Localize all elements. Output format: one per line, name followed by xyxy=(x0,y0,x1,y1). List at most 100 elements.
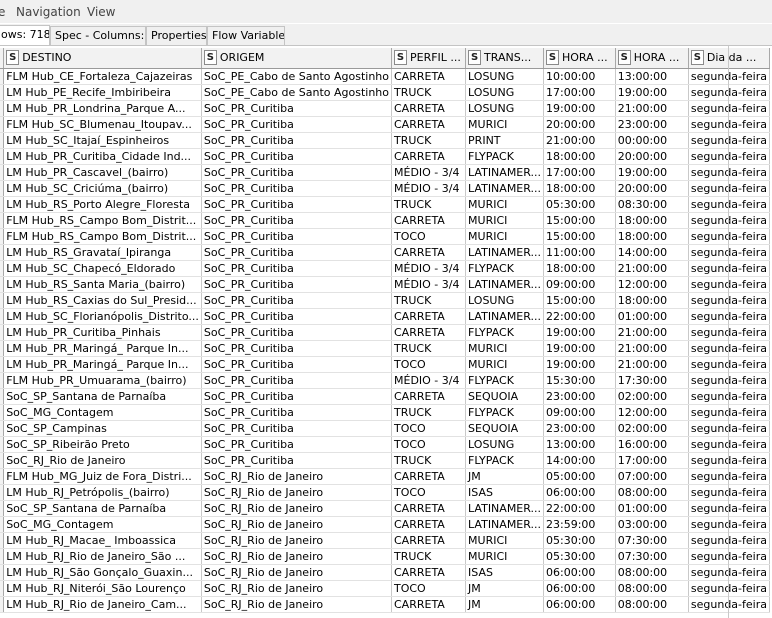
table-cell[interactable]: SoC_RJ_Rio de Janeiro xyxy=(201,484,393,501)
column-header-perfil[interactable]: S PERFIL ... xyxy=(391,48,467,69)
table-cell[interactable]: CARRETA xyxy=(391,468,467,485)
table-cell[interactable]: SoC_PR_Curitiba xyxy=(201,356,393,373)
table-cell[interactable]: FLM Hub_CE_Fortaleza_Cajazeiras xyxy=(3,68,202,85)
table-cell[interactable]: 14:00:00 xyxy=(615,244,689,261)
table-cell[interactable]: LOSUNG xyxy=(465,68,544,85)
table-cell[interactable]: 10:00:00 xyxy=(543,68,616,85)
table-cell[interactable]: TRUCK xyxy=(391,452,467,469)
table-cell[interactable]: 02:00:00 xyxy=(615,420,689,437)
table-cell[interactable]: 08:00:00 xyxy=(615,580,689,597)
table-cell[interactable]: 17:00:00 xyxy=(615,452,689,469)
table-cell[interactable]: CARRETA xyxy=(391,308,467,325)
table-cell[interactable]: MURICI xyxy=(465,116,544,133)
table-cell[interactable]: LM Hub_RJ_São Gonçalo_Guaxin... xyxy=(3,564,202,581)
table-cell[interactable]: SoC_RJ_Rio de Janeiro xyxy=(201,548,393,565)
table-row[interactable]: LM Hub_SC_Florianópolis_Distrito... SoC_P… xyxy=(0,308,771,325)
table-cell[interactable]: SoC_PR_Curitiba xyxy=(201,116,393,133)
table-cell[interactable]: LM Hub_RJ_Macae_ Imboassica xyxy=(3,532,202,549)
table-cell[interactable]: SoC_PE_Cabo de Santo Agostinho xyxy=(201,84,393,101)
table-cell[interactable]: LM Hub_SC_Itajaí_Espinheiros xyxy=(3,132,202,149)
table-cell[interactable]: MURICI xyxy=(465,356,544,373)
table-cell[interactable]: 19:00:00 xyxy=(543,356,616,373)
table-cell[interactable]: SoC_RJ_Rio de Janeiro xyxy=(201,500,393,517)
table-cell[interactable]: LM Hub_RJ_Rio de Janeiro_Cam... xyxy=(3,596,202,613)
table-cell[interactable]: CARRETA xyxy=(391,388,467,405)
table-cell[interactable]: TRUCK xyxy=(391,132,467,149)
table-cell[interactable]: MÉDIO - 3/4 xyxy=(391,180,467,197)
table-cell[interactable]: SoC_PR_Curitiba xyxy=(201,292,393,309)
table-row[interactable]: FLM Hub_RS_Campo Bom_Distrit... SoC_PR_Cu… xyxy=(0,212,771,229)
table-cell[interactable]: LM Hub_RJ_Rio de Janeiro_São ... xyxy=(3,548,202,565)
table-cell[interactable]: MURICI xyxy=(465,228,544,245)
table-cell[interactable]: 09:00:00 xyxy=(543,276,616,293)
table-row[interactable]: SoC_SP_Santana de Parnaíba SoC_PR_Curitib… xyxy=(0,388,771,405)
table-cell[interactable]: SoC_SP_Ribeirão Preto xyxy=(3,436,202,453)
table-cell[interactable]: SoC_PE_Cabo de Santo Agostinho xyxy=(201,68,393,85)
table-cell[interactable]: 07:30:00 xyxy=(615,532,689,549)
table-cell[interactable]: 05:30:00 xyxy=(543,532,616,549)
table-cell[interactable]: 14:00:00 xyxy=(543,452,616,469)
table-cell[interactable]: SoC_PR_Curitiba xyxy=(201,372,393,389)
table-row[interactable]: LM Hub_RJ_Macae_ Imboassica SoC_RJ_Rio de… xyxy=(0,532,771,549)
table-cell[interactable]: CARRETA xyxy=(391,516,467,533)
table-cell[interactable]: LM Hub_SC_Criciúma_(bairro) xyxy=(3,180,202,197)
table-cell[interactable]: 00:00:00 xyxy=(615,132,689,149)
table-cell[interactable]: LM Hub_RS_Porto Alegre_Floresta xyxy=(3,196,202,213)
table-row[interactable]: LM Hub_SC_Itajaí_Espinheiros SoC_PR_Curit… xyxy=(0,132,771,149)
table-cell[interactable]: 18:00:00 xyxy=(543,180,616,197)
table-row[interactable]: SoC_SP_Santana de Parnaíba SoC_RJ_Rio de … xyxy=(0,500,771,517)
table-cell[interactable]: SoC_PR_Curitiba xyxy=(201,212,393,229)
menu-navigation[interactable]: Navigation xyxy=(16,5,81,19)
table-row[interactable]: LM Hub_RS_Gravataí_Ipiranga SoC_PR_Curiti… xyxy=(0,244,771,261)
table-cell[interactable]: SoC_PR_Curitiba xyxy=(201,420,393,437)
table-row[interactable]: LM Hub_RS_Santa Maria_(bairro) SoC_PR_Cur… xyxy=(0,276,771,293)
table-cell[interactable]: LOSUNG xyxy=(465,100,544,117)
table-row[interactable]: SoC_RJ_Rio de Janeiro SoC_PR_Curitiba TRUC… xyxy=(0,452,771,469)
table-cell[interactable]: 23:00:00 xyxy=(543,420,616,437)
table-cell[interactable]: LM Hub_RS_Santa Maria_(bairro) xyxy=(3,276,202,293)
table-cell[interactable]: JM xyxy=(465,580,544,597)
table-cell[interactable]: MURICI xyxy=(465,548,544,565)
table-cell[interactable]: SoC_PR_Curitiba xyxy=(201,180,393,197)
table-cell[interactable]: 05:00:00 xyxy=(543,468,616,485)
table-cell[interactable]: FLM Hub_RS_Campo Bom_Distrit... xyxy=(3,228,202,245)
table-cell[interactable]: 21:00:00 xyxy=(615,260,689,277)
table-row[interactable]: LM Hub_PR_Curitiba_Pinhais SoC_PR_Curitib… xyxy=(0,324,771,341)
table-row[interactable]: LM Hub_PE_Recife_Imbiribeira SoC_PE_Cabo … xyxy=(0,84,771,101)
table-cell[interactable]: FLM Hub_RS_Campo Bom_Distrit... xyxy=(3,212,202,229)
table-row[interactable]: FLM Hub_RS_Campo Bom_Distrit... SoC_PR_Cu… xyxy=(0,228,771,245)
table-cell[interactable]: 01:00:00 xyxy=(615,308,689,325)
table-cell[interactable]: 13:00:00 xyxy=(543,436,616,453)
table-cell[interactable]: 17:00:00 xyxy=(543,164,616,181)
table-cell[interactable]: FLYPACK xyxy=(465,324,544,341)
table-cell[interactable]: LATINAMER... xyxy=(465,516,544,533)
table-cell[interactable]: SoC_PR_Curitiba xyxy=(201,324,393,341)
table-cell[interactable]: MURICI xyxy=(465,196,544,213)
table-cell[interactable]: MURICI xyxy=(465,212,544,229)
table-cell[interactable]: TRUCK xyxy=(391,404,467,421)
table-cell[interactable]: SoC_PR_Curitiba xyxy=(201,244,393,261)
table-cell[interactable]: FLM Hub_PR_Umuarama_(bairro) xyxy=(3,372,202,389)
table-cell[interactable]: FLYPACK xyxy=(465,372,544,389)
table-cell[interactable]: FLM Hub_MG_Juiz de Fora_Distri... xyxy=(3,468,202,485)
table-cell[interactable]: 05:30:00 xyxy=(543,196,616,213)
table-row[interactable]: SoC_MG_Contagem SoC_RJ_Rio de Janeiro CARR… xyxy=(0,516,771,533)
table-cell[interactable]: 06:00:00 xyxy=(543,596,616,613)
table-cell[interactable]: LM Hub_PR_Cascavel_(bairro) xyxy=(3,164,202,181)
table-row[interactable]: SoC_SP_Ribeirão Preto SoC_PR_Curitiba TOCO… xyxy=(0,436,771,453)
table-cell[interactable]: TRUCK xyxy=(391,196,467,213)
table-cell[interactable]: MÉDIO - 3/4 xyxy=(391,260,467,277)
table-cell[interactable]: TRUCK xyxy=(391,292,467,309)
table-cell[interactable]: 17:30:00 xyxy=(615,372,689,389)
table-cell[interactable]: 15:30:00 xyxy=(543,372,616,389)
table-cell[interactable]: TRUCK xyxy=(391,84,467,101)
table-cell[interactable]: TRUCK xyxy=(391,340,467,357)
table-cell[interactable]: SoC_PR_Curitiba xyxy=(201,148,393,165)
table-cell[interactable]: SoC_RJ_Rio de Janeiro xyxy=(201,468,393,485)
table-cell[interactable]: MÉDIO - 3/4 xyxy=(391,164,467,181)
table-row[interactable]: FLM Hub_PR_Umuarama_(bairro) SoC_PR_Curit… xyxy=(0,372,771,389)
table-cell[interactable]: LATINAMER... xyxy=(465,244,544,261)
table-cell[interactable]: PRINT xyxy=(465,132,544,149)
table-row[interactable]: SoC_SP_Campinas SoC_PR_Curitiba TOCO SEQUOI… xyxy=(0,420,771,437)
table-cell[interactable]: MURICI xyxy=(465,340,544,357)
